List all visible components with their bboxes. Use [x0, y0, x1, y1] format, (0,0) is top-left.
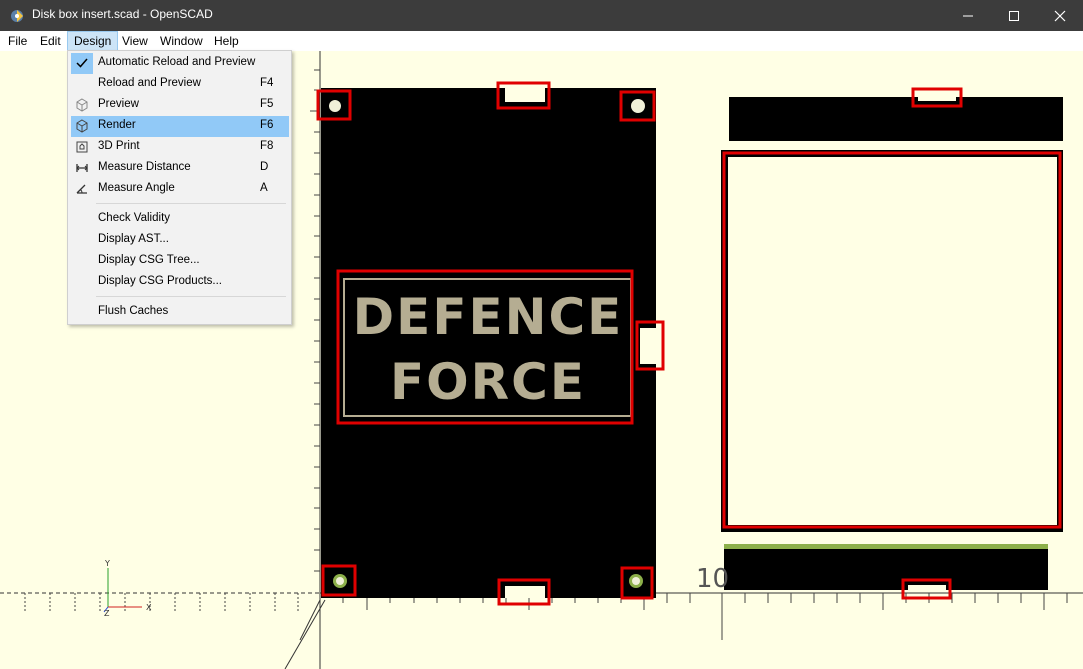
openscad-icon	[11, 10, 23, 22]
menu-display-csg-tree[interactable]: Display CSG Tree...	[71, 251, 289, 272]
model-right-top-bar	[729, 97, 1063, 141]
model-hole-top-right	[631, 99, 645, 113]
model-notch-right	[640, 328, 656, 364]
model-right-frame-inner	[728, 157, 1057, 525]
menu-reload-and-preview[interactable]: Reload and Preview F4	[71, 74, 289, 95]
menu-display-csg-products[interactable]: Display CSG Products...	[71, 272, 289, 293]
ruler-number: 10	[696, 564, 729, 594]
menu-measure-distance[interactable]: Measure Distance D	[71, 158, 289, 179]
model-right-top-slot	[918, 95, 956, 101]
3d-print-icon	[76, 141, 88, 153]
menu-design[interactable]: Design	[67, 31, 119, 51]
menu-bar: File Edit Design View Window Help	[0, 31, 1083, 51]
measure-distance-icon	[76, 164, 88, 172]
model-right-bottom-slot	[908, 585, 946, 591]
menu-separator	[96, 203, 286, 204]
diagonal-axis-line	[284, 599, 326, 669]
window-title: Disk box insert.scad - OpenSCAD	[32, 7, 213, 21]
menu-window[interactable]: Window	[154, 31, 209, 51]
model-right-bottom-bar	[724, 549, 1048, 590]
minimize-button[interactable]	[945, 0, 991, 31]
model-text-line2: FORCE	[390, 353, 586, 411]
menu-preview[interactable]: Preview F5	[71, 95, 289, 116]
model-hole-top-left	[329, 100, 341, 112]
menu-render[interactable]: Render F6	[71, 116, 289, 137]
title-bar: Disk box insert.scad - OpenSCAD	[0, 0, 1083, 31]
close-icon	[1054, 10, 1066, 21]
maximize-icon	[1009, 10, 1019, 21]
model-slot-bottom	[505, 586, 545, 598]
menu-measure-angle[interactable]: Measure Angle A	[71, 179, 289, 200]
menu-3d-print[interactable]: 3D Print F8	[71, 137, 289, 158]
horizontal-axis-ticks	[24, 593, 1068, 640]
preview-icon	[76, 98, 88, 112]
measure-angle-icon	[76, 184, 87, 194]
menu-help[interactable]: Help	[208, 31, 245, 51]
maximize-button[interactable]	[991, 0, 1037, 31]
menu-file[interactable]: File	[2, 31, 33, 51]
axis-gizmo: Y X Z	[103, 559, 152, 618]
menu-separator	[96, 296, 286, 297]
menu-automatic-reload-and-preview[interactable]: Automatic Reload and Preview	[71, 53, 289, 74]
menu-check-validity[interactable]: Check Validity	[71, 209, 289, 230]
model-text-line1: DEFENCE	[353, 288, 624, 346]
axis-label-y: Y	[104, 559, 110, 568]
vertical-axis-ticks	[310, 69, 320, 572]
axis-label-x: X	[146, 603, 152, 612]
close-button[interactable]	[1037, 0, 1083, 31]
minimize-icon	[963, 15, 973, 16]
model-slot-top	[505, 88, 545, 102]
axis-label-z: Z	[104, 609, 110, 618]
design-menu-dropdown: Automatic Reload and Preview Reload and …	[67, 50, 292, 325]
checkmark-icon	[76, 58, 88, 68]
menu-edit[interactable]: Edit	[34, 31, 67, 51]
menu-flush-caches[interactable]: Flush Caches	[71, 302, 289, 323]
menu-view[interactable]: View	[116, 31, 154, 51]
render-icon	[76, 119, 88, 133]
diagonal-axis-line-2	[299, 599, 321, 641]
menu-display-ast[interactable]: Display AST...	[71, 230, 289, 251]
